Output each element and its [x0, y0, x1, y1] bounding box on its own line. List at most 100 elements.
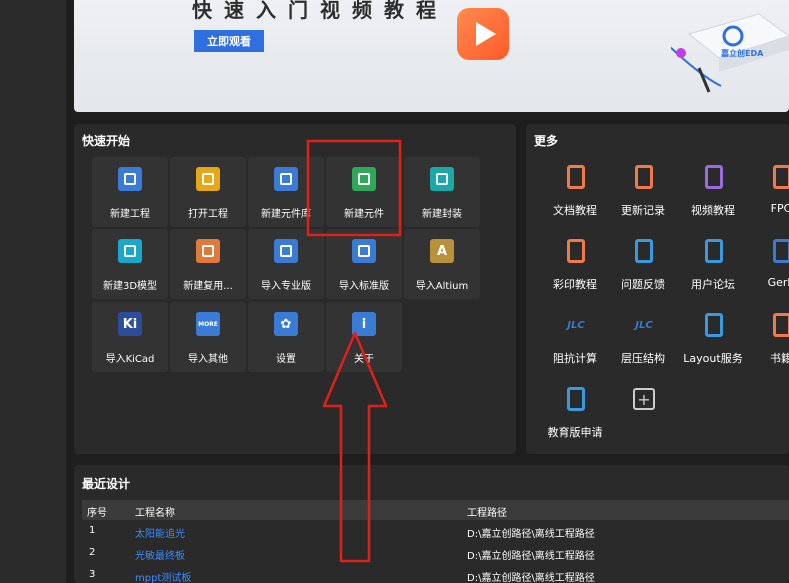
document-icon [563, 162, 589, 192]
project-name-link[interactable]: 光敏最终板 [135, 547, 185, 562]
quick-start-label: 新建复用... [183, 281, 233, 292]
quick-start-tile-7[interactable]: 导入专业版 [248, 229, 324, 299]
quick-start-tile-5[interactable]: 新建3D模型 [92, 229, 168, 299]
more-item-8[interactable]: JLC 阻抗计算 [540, 310, 610, 380]
more-item-7[interactable]: Gerb [746, 236, 789, 306]
quick-start-label: 导入KiCad [105, 354, 155, 365]
project-name-link[interactable]: 太阳能追光 [135, 525, 185, 540]
new-library-icon [274, 167, 298, 191]
table-row[interactable]: 3 mppt测试板 D:\嘉立创路径\离线工程路径 [82, 565, 789, 583]
quick-start-label: 设置 [276, 354, 296, 365]
new-footprint-icon [430, 167, 454, 191]
quick-start-tile-8[interactable]: 导入标准版 [326, 229, 402, 299]
quick-start-tile-3[interactable]: 新建元件 [326, 157, 402, 227]
tutorial-banner[interactable]: 快速入门视频教程 立即观看 嘉立创EDA [74, 0, 789, 112]
project-path: D:\嘉立创路径\离线工程路径 [467, 551, 595, 562]
recent-table-header: 序号 工程名称 工程路径 [82, 500, 789, 520]
quick-start-tile-9[interactable]: A 导入Altium [404, 229, 480, 299]
education-icon [563, 384, 589, 414]
quick-start-tile-11[interactable]: MORE 导入其他 [170, 302, 246, 372]
recent-designs-panel: 最近设计 序号 工程名称 工程路径 1 太阳能追光 D:\嘉立创路径\离线工程路… [74, 465, 789, 583]
add-icon: + [633, 388, 655, 410]
quick-start-label: 导入标准版 [339, 281, 389, 292]
quick-start-tile-4[interactable]: 新建封装 [404, 157, 480, 227]
fpc-icon [769, 162, 789, 192]
book-icon [769, 310, 789, 340]
column-header-index: 序号 [87, 508, 107, 519]
project-path: D:\嘉立创路径\离线工程路径 [467, 573, 595, 583]
altium-icon: A [430, 239, 454, 263]
row-index: 2 [89, 547, 96, 558]
quick-start-panel: 快速开始 新建工程 打开工程 新建元件库 新建元件 新建封装 新建3D模型 新建复用... 导… [74, 124, 516, 454]
import-pro-icon [274, 239, 298, 263]
more-item-11[interactable]: 书籍 [746, 310, 789, 380]
quick-start-label: 新建封装 [422, 209, 462, 220]
more-item-label: 教育版申请 [547, 426, 603, 439]
eda-logo-text: 嘉立创EDA [720, 48, 764, 58]
more-item-9[interactable]: JLC 层压结构 [608, 310, 678, 380]
impedance-icon: JLC [567, 319, 585, 331]
forum-icon [701, 236, 727, 266]
more-item-12[interactable]: 教育版申请 [540, 384, 610, 454]
recent-designs-title: 最近设计 [82, 477, 131, 491]
row-index: 3 [89, 569, 96, 580]
column-header-path: 工程路径 [467, 508, 507, 519]
gear-icon: ✿ [274, 312, 298, 336]
stackup-icon: JLC [635, 319, 653, 331]
table-row[interactable]: 2 光敏最终板 D:\嘉立创路径\离线工程路径 [82, 543, 789, 563]
new-component-icon [352, 167, 376, 191]
more-title: 更多 [534, 134, 559, 148]
new-reuse-block-icon [196, 239, 220, 263]
quick-start-tile-12[interactable]: ✿ 设置 [248, 302, 324, 372]
more-item-13[interactable]: + [608, 384, 678, 454]
more-item-6[interactable]: 用户论坛 [678, 236, 748, 306]
quick-start-label: 新建元件库 [261, 209, 311, 220]
layout-service-icon [701, 310, 727, 340]
quick-start-label: 新建3D模型 [102, 281, 158, 292]
quick-start-tile-13[interactable]: i 关于 [326, 302, 402, 372]
quick-start-tile-1[interactable]: 打开工程 [170, 157, 246, 227]
row-index: 1 [89, 525, 96, 536]
more-item-5[interactable]: 问题反馈 [608, 236, 678, 306]
feedback-icon [631, 236, 657, 266]
left-sidebar-strip [0, 0, 66, 583]
quick-start-tile-0[interactable]: 新建工程 [92, 157, 168, 227]
quick-start-label: 导入其他 [188, 354, 228, 365]
quick-start-label: 导入专业版 [261, 281, 311, 292]
more-item-10[interactable]: Layout服务 [678, 310, 748, 380]
more-item-3[interactable]: FPC [746, 162, 789, 232]
gerber-icon [769, 236, 789, 266]
quick-start-tile-10[interactable]: Ki 导入KiCad [92, 302, 168, 372]
more-item-4[interactable]: 彩印教程 [540, 236, 610, 306]
kicad-icon: Ki [118, 312, 142, 336]
table-row[interactable]: 1 太阳能追光 D:\嘉立创路径\离线工程路径 [82, 521, 789, 541]
more-item-2[interactable]: 视频教程 [678, 162, 748, 232]
quick-start-tile-2[interactable]: 新建元件库 [248, 157, 324, 227]
open-folder-icon [196, 167, 220, 191]
more-panel: 更多 文档教程更新记录视频教程 FPC 彩印教程问题反馈用户论坛 Gerb JLC阻抗计… [526, 124, 789, 454]
quick-start-label: 新建工程 [110, 209, 150, 220]
more-item-label: FPC [770, 202, 789, 215]
project-path: D:\嘉立创路径\离线工程路径 [467, 529, 595, 540]
new-project-icon [118, 167, 142, 191]
new-3d-model-icon [118, 239, 142, 263]
more-item-label: Gerb [767, 276, 789, 289]
import-more-icon: MORE [196, 312, 220, 336]
quick-start-label: 新建元件 [344, 209, 384, 220]
info-icon: i [352, 312, 376, 336]
more-item-0[interactable]: 文档教程 [540, 162, 610, 232]
quick-start-label: 关于 [354, 354, 374, 365]
quick-start-tile-6[interactable]: 新建复用... [170, 229, 246, 299]
play-icon [457, 8, 509, 60]
banner-title: 快速入门视频教程 [192, 0, 448, 22]
import-standard-icon [352, 239, 376, 263]
project-name-link[interactable]: mppt测试板 [135, 569, 191, 583]
video-icon [701, 162, 727, 192]
watch-now-button[interactable]: 立即观看 [194, 30, 264, 52]
quick-start-label: 导入Altium [415, 281, 469, 292]
more-item-1[interactable]: 更新记录 [608, 162, 678, 232]
quick-start-label: 打开工程 [188, 209, 228, 220]
start-page: 快速入门视频教程 立即观看 嘉立创EDA 快速开始 新建工程 打开工程 新建元件库新… [66, 0, 789, 583]
more-item-label: 书籍 [770, 352, 789, 365]
column-header-name: 工程名称 [135, 508, 175, 519]
